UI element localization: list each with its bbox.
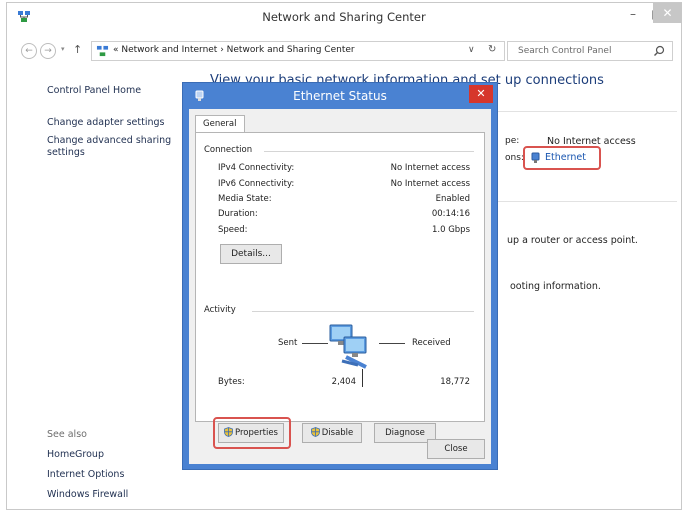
forward-button[interactable]: → xyxy=(40,43,56,59)
uac-shield-icon xyxy=(310,427,320,437)
address-bar[interactable]: « Network and Internet › Network and Sha… xyxy=(91,41,505,61)
ethernet-status-dialog: Ethernet Status ✕ General Connection IPv… xyxy=(182,82,498,470)
bytes-sent-value: 2,404 xyxy=(331,377,356,387)
dialog-body: General Connection IPv4 Connectivity: No… xyxy=(189,109,491,464)
bytes-label: Bytes: xyxy=(218,377,245,387)
see-also-heading: See also xyxy=(47,429,87,440)
ethernet-link-label[interactable]: Ethernet xyxy=(545,152,586,163)
speed-label: Speed: xyxy=(218,225,248,235)
properties-button[interactable]: Properties xyxy=(218,423,284,443)
received-label: Received xyxy=(412,338,451,348)
homegroup-link[interactable]: HomeGroup xyxy=(47,449,104,460)
windows-firewall-link[interactable]: Windows Firewall xyxy=(47,489,128,500)
search-icon[interactable] xyxy=(653,45,665,57)
back-button[interactable]: ← xyxy=(21,43,37,59)
close-button[interactable]: ✕ xyxy=(653,3,682,23)
breadcrumb[interactable]: « Network and Internet › Network and Sha… xyxy=(113,45,355,55)
group-divider xyxy=(264,151,474,152)
change-adapter-settings-link[interactable]: Change adapter settings xyxy=(47,117,164,128)
search-input[interactable] xyxy=(508,42,648,60)
ipv4-connectivity-label: IPv4 Connectivity: xyxy=(218,163,295,173)
connections-label: ons: xyxy=(505,153,524,163)
ipv4-connectivity-value: No Internet access xyxy=(390,163,470,173)
dialog-titlebar[interactable]: Ethernet Status ✕ xyxy=(183,83,497,109)
disable-button-label[interactable]: Disable xyxy=(322,428,354,438)
ipv6-connectivity-label: IPv6 Connectivity: xyxy=(218,179,295,189)
general-tab-panel: Connection IPv4 Connectivity: No Interne… xyxy=(195,132,485,449)
connection-group-label: Connection xyxy=(204,145,257,155)
window-titlebar[interactable]: Network and Sharing Center – □ ✕ xyxy=(7,3,682,31)
activity-group-label: Activity xyxy=(204,305,240,315)
uac-shield-icon xyxy=(224,427,233,437)
section-divider xyxy=(497,111,677,112)
disable-button[interactable]: Disable xyxy=(302,423,362,443)
search-box[interactable] xyxy=(507,41,673,61)
up-arrow-icon[interactable]: ↑ xyxy=(73,43,82,56)
duration-label: Duration: xyxy=(218,209,258,219)
properties-button-label[interactable]: Properties xyxy=(235,428,278,438)
troubleshoot-text: ooting information. xyxy=(510,281,601,292)
media-state-label: Media State: xyxy=(218,194,272,204)
sent-line xyxy=(302,343,328,344)
recent-locations-icon[interactable]: ▾ xyxy=(61,45,65,53)
setup-router-link[interactable]: up a router or access point. xyxy=(507,235,638,246)
duration-value: 00:14:16 xyxy=(431,209,470,219)
section-divider xyxy=(497,201,677,202)
group-divider xyxy=(252,311,474,312)
window-title: Network and Sharing Center xyxy=(262,10,426,24)
bytes-received-value: 18,772 xyxy=(440,377,470,387)
speed-value: 1.0 Gbps xyxy=(431,225,470,235)
tab-general[interactable]: General xyxy=(195,115,245,133)
media-state-value: Enabled xyxy=(435,194,470,204)
ethernet-plug-icon xyxy=(531,152,540,163)
navigation-bar: ← → ▾ ↑ « Network and Internet › Network… xyxy=(7,39,681,63)
ipv6-connectivity-value: No Internet access xyxy=(390,179,470,189)
access-type-label: pe: xyxy=(505,136,520,146)
sent-label: Sent xyxy=(278,338,298,348)
dialog-close-button[interactable]: ✕ xyxy=(469,85,493,103)
change-advanced-sharing-link[interactable]: Change advanced sharing settings xyxy=(47,135,177,159)
received-line xyxy=(379,343,405,344)
close-dialog-button[interactable]: Close xyxy=(427,439,485,459)
control-panel-home-link[interactable]: Control Panel Home xyxy=(47,85,141,96)
details-button[interactable]: Details... xyxy=(220,244,282,264)
bytes-divider xyxy=(362,369,363,387)
left-navigation-pane: Control Panel Home Change adapter settin… xyxy=(7,63,187,503)
control-panel-icon xyxy=(96,45,109,57)
internet-options-link[interactable]: Internet Options xyxy=(47,469,124,480)
ethernet-connection-link[interactable]: Ethernet xyxy=(523,146,601,170)
network-computers-icon xyxy=(329,324,367,369)
refresh-icon[interactable]: ↻ xyxy=(488,44,496,55)
address-dropdown-icon[interactable]: ∨ xyxy=(468,45,475,55)
dialog-title: Ethernet Status xyxy=(293,89,387,103)
